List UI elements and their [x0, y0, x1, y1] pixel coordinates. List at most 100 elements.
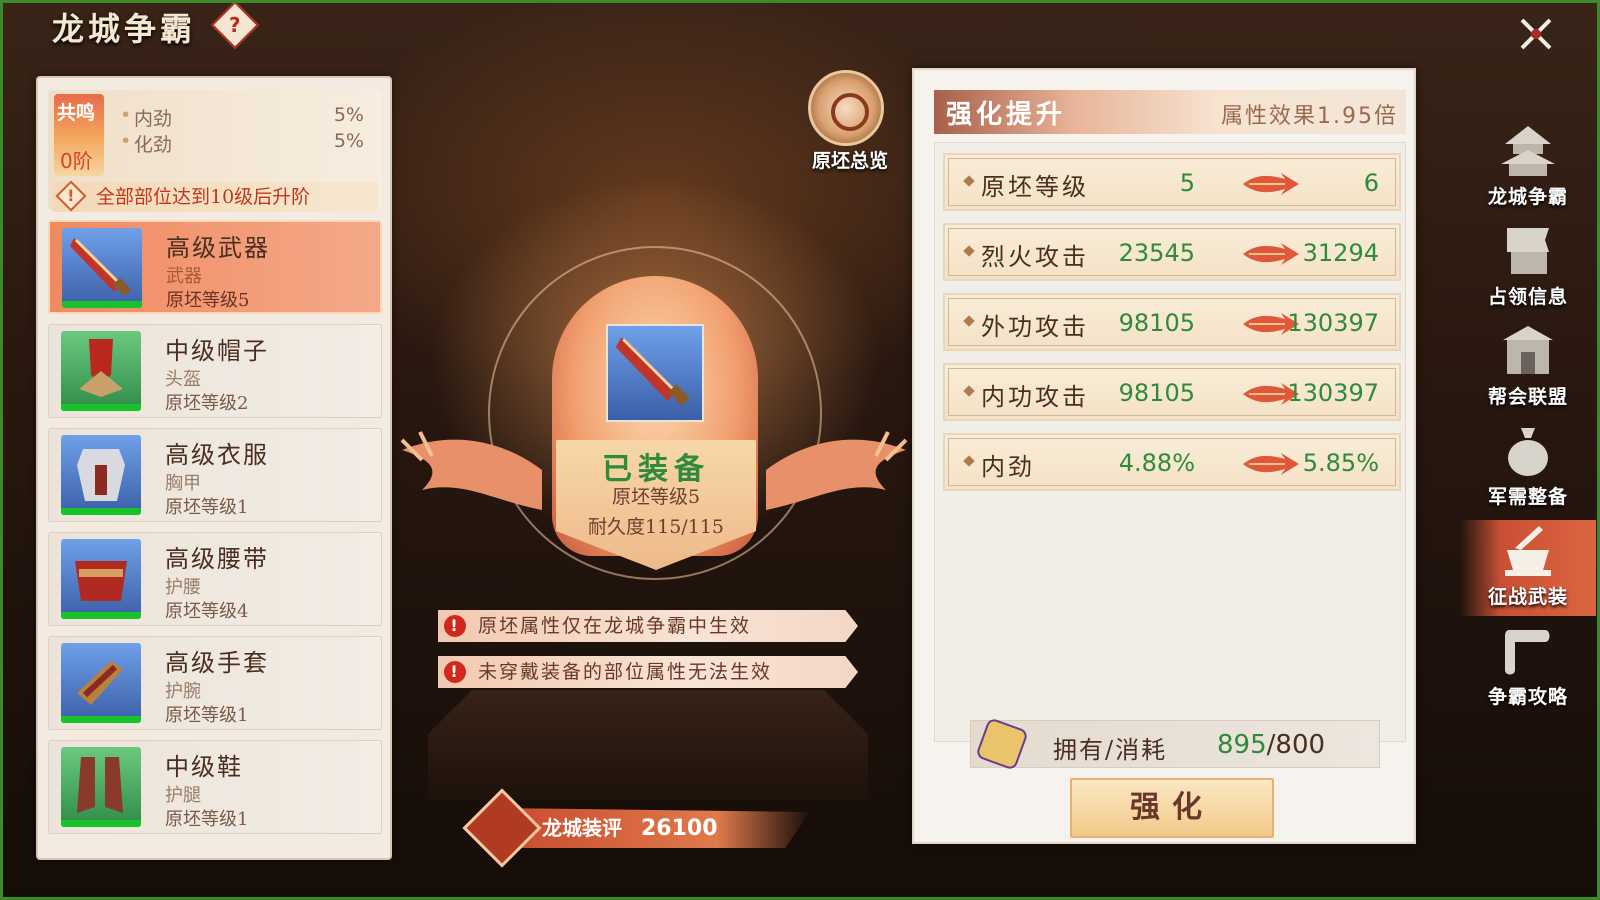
stat-row: 内劲 4.88% 5.85% [943, 433, 1401, 491]
token-icon [975, 717, 1029, 771]
item-name: 高级武器 [166, 234, 270, 262]
gate-icon [1503, 326, 1553, 374]
resonance-stage: 0阶 [60, 149, 93, 173]
item-level: 原坯等级2 [165, 393, 249, 414]
bullet-icon [963, 385, 975, 397]
equipment-item-weapon[interactable]: 高级武器 武器 原坯等级5 [48, 220, 382, 314]
nav-item-occupation-info[interactable]: 占领信息 [1460, 220, 1596, 316]
item-type: 护腿 [165, 785, 201, 806]
own-label: 拥有/消耗 [1053, 736, 1168, 764]
stat-to: 130397 [1287, 379, 1379, 407]
nav-item-guild-alliance[interactable]: 帮会联盟 [1460, 320, 1596, 416]
stat-row: 外功攻击 98105 130397 [943, 293, 1401, 351]
alert-icon: ! [444, 661, 466, 683]
nav-label: 占领信息 [1487, 286, 1568, 308]
pedestal [428, 690, 868, 800]
item-name: 高级衣服 [165, 441, 269, 469]
alert-icon: ! [444, 615, 466, 637]
item-name: 高级腰带 [165, 545, 269, 573]
resonance-stat: 内劲 5% [120, 104, 364, 131]
stat-name: 原坯等级 [981, 173, 1089, 201]
gloves-icon [61, 643, 141, 723]
stat-to: 5.85% [1302, 449, 1379, 477]
stat-from: 23545 [1118, 239, 1195, 267]
nav-item-supplies[interactable]: 军需整备 [1460, 420, 1596, 516]
bag-icon [1508, 428, 1548, 476]
arrow-right-icon [1243, 453, 1299, 475]
nav-item-dragon-city[interactable]: 龙城争霸 [1460, 120, 1596, 216]
resonance-stat: 化劲 5% [120, 130, 364, 157]
item-type: 武器 [166, 266, 202, 287]
resonance-stat-value: 5% [333, 130, 364, 152]
notice-text: 原坯属性仅在龙城争霸中生效 [478, 615, 752, 637]
equipment-panel: 共鸣 0阶 内劲 5% 化劲 5% ! 全部部位达到10级后升阶 高级武器 武器… [36, 76, 392, 860]
belt-icon [61, 539, 141, 619]
rating-banner: 龙城装评 26100 [500, 808, 810, 848]
armor-icon [61, 435, 141, 515]
item-name: 中级鞋 [165, 753, 243, 781]
bullet-icon [963, 315, 975, 327]
stat-from: 98105 [1118, 309, 1195, 337]
resonance-badge[interactable]: 共鸣 0阶 [54, 94, 104, 176]
arrow-right-icon [1243, 173, 1299, 195]
item-level: 原坯等级1 [165, 809, 249, 830]
stat-to: 31294 [1302, 239, 1379, 267]
nav-label: 争霸攻略 [1487, 686, 1568, 708]
stat-from: 4.88% [1118, 449, 1195, 477]
bullet-icon [963, 455, 975, 467]
item-type: 头盔 [165, 369, 201, 390]
stat-row: 原坯等级 5 6 [943, 153, 1401, 211]
resonance-stat-value: 5% [333, 104, 364, 126]
helmet-icon [61, 331, 141, 411]
bullet-icon [963, 175, 975, 187]
equipment-item-boots[interactable]: 中级鞋 护腿 原坯等级1 [48, 740, 382, 834]
item-type: 护腕 [165, 681, 201, 702]
page-title: 龙城争霸 [52, 10, 197, 48]
own-amount: 895 [1217, 730, 1267, 760]
equipped-weapon-icon[interactable] [606, 324, 704, 422]
equipment-item-armor[interactable]: 高级衣服 胸甲 原坯等级1 [48, 428, 382, 522]
enhance-title: 强化提升 [946, 100, 1067, 130]
stat-name: 内劲 [981, 453, 1035, 481]
stat-from: 5 [1179, 169, 1195, 197]
item-type: 护腰 [165, 577, 201, 598]
nav-label: 帮会联盟 [1487, 386, 1568, 408]
item-type: 胸甲 [165, 473, 201, 494]
resonance-stat-name: 内劲 [134, 108, 173, 130]
warning-icon: ! [55, 180, 87, 212]
resonance-note: ! 全部部位达到10级后升阶 [52, 180, 378, 212]
nav-label: 征战武装 [1487, 586, 1568, 608]
equipped-durability: 耐久度115/115 [588, 516, 724, 538]
notice-text: 未穿戴装备的部位属性无法生效 [478, 661, 773, 683]
stat-row: 烈火攻击 23545 31294 [943, 223, 1401, 281]
nav-item-strategy[interactable]: 争霸攻略 [1460, 620, 1596, 716]
nav-item-war-armory[interactable]: 征战武装 [1460, 520, 1596, 616]
item-level: 原坯等级1 [165, 497, 249, 518]
stat-row: 内功攻击 98105 130397 [943, 363, 1401, 421]
equipped-level: 原坯等级5 [611, 486, 701, 508]
stat-name: 外功攻击 [981, 313, 1089, 341]
rating-value: 26100 [640, 816, 718, 841]
close-icon[interactable] [1518, 16, 1554, 52]
scroll-icon [1505, 630, 1550, 675]
stat-list: 原坯等级 5 6 烈火攻击 23545 31294 外功攻击 98105 130… [934, 142, 1406, 742]
effect-multiplier: 属性效果1.95倍 [1221, 98, 1398, 130]
equipment-item-gloves[interactable]: 高级手套 护腕 原坯等级1 [48, 636, 382, 730]
rating-label: 龙城装评 [542, 816, 622, 840]
item-level: 原坯等级5 [166, 290, 250, 311]
enhance-button[interactable]: 强化 [1070, 778, 1274, 838]
equipment-item-belt[interactable]: 高级腰带 护腰 原坯等级4 [48, 532, 382, 626]
equipment-item-helmet[interactable]: 中级帽子 头盔 原坯等级2 [48, 324, 382, 418]
item-name: 高级手套 [165, 649, 269, 677]
overview-icon[interactable] [808, 70, 884, 146]
stat-to: 130397 [1287, 309, 1379, 337]
boots-icon [61, 747, 141, 827]
sword-icon [62, 228, 142, 308]
overview-label[interactable]: 原坯总览 [800, 146, 900, 173]
item-name: 中级帽子 [165, 337, 269, 365]
armory-icon [1505, 526, 1551, 576]
dragon-left-icon [400, 431, 542, 510]
stat-to: 6 [1363, 169, 1379, 197]
effect-label: 属性效果 [1220, 104, 1317, 129]
nav-label: 军需整备 [1487, 486, 1568, 508]
